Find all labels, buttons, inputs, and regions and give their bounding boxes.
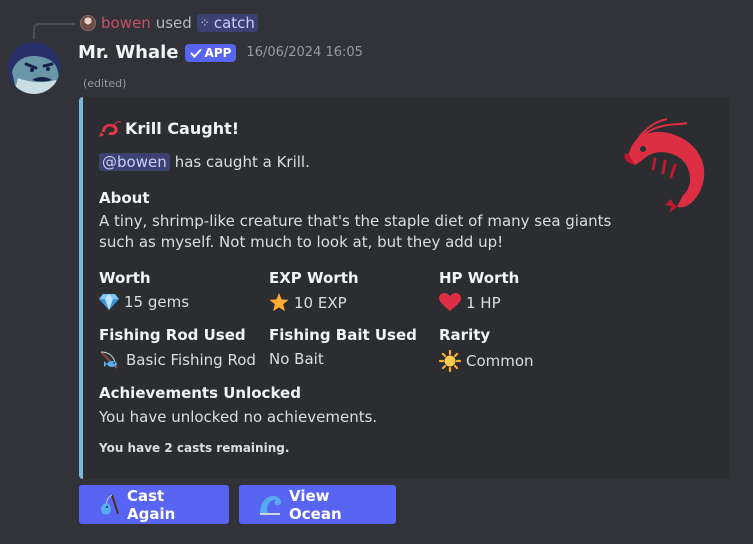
checkmark-icon — [189, 48, 202, 58]
field-rarity: Rarity Common — [439, 326, 534, 372]
field-worth-value: 15 gems — [124, 293, 190, 311]
author-name[interactable]: Mr. Whale — [78, 42, 179, 63]
cast-again-button[interactable]: Cast Again — [79, 485, 229, 524]
view-ocean-label: View Ocean — [289, 486, 342, 523]
avatar[interactable] — [8, 42, 60, 94]
embed-title-text: Krill Caught! — [125, 119, 240, 138]
field-hp-worth-row: 1 HP — [439, 293, 519, 312]
user-mini-avatar[interactable] — [80, 15, 96, 31]
field-hp-worth-value: 1 HP — [466, 293, 501, 312]
embed: Krill Caught! @bowen has caught a Krill.… — [79, 97, 729, 479]
field-fishing-bait-value: No Bait — [269, 350, 324, 368]
cast-again-label: Cast Again — [127, 486, 176, 523]
used-label: used — [155, 14, 192, 32]
command-chip[interactable]: ⁘ catch — [196, 14, 258, 32]
whale-avatar-icon — [8, 42, 60, 94]
user-mention[interactable]: @bowen — [99, 153, 170, 171]
gem-icon — [99, 293, 119, 311]
field-worth-name: Worth — [99, 269, 151, 287]
edited-label: (edited) — [83, 77, 127, 90]
app-badge: APP — [184, 43, 237, 62]
field-fishing-rod: Fishing Rod Used Basic Fishing Rod — [99, 326, 256, 370]
field-fishing-bait: Fishing Bait Used No Bait — [269, 326, 417, 368]
field-fishing-rod-value: Basic Fishing Rod — [126, 351, 256, 369]
reply-connector — [33, 23, 75, 39]
field-rarity-row: Common — [439, 350, 534, 372]
heart-icon — [439, 293, 461, 312]
fishing-rod-icon — [98, 494, 120, 516]
field-fishing-rod-row: Basic Fishing Rod — [99, 350, 256, 370]
field-exp-worth-value: 10 EXP — [294, 293, 347, 312]
description-text: has caught a Krill. — [174, 153, 310, 171]
field-about-name: About — [99, 189, 150, 207]
field-rarity-name: Rarity — [439, 326, 491, 344]
field-about: About A tiny, shrimp-like creature that'… — [99, 189, 619, 253]
embed-title: Krill Caught! — [99, 119, 239, 138]
interaction-header: bowen used ⁘ catch — [80, 13, 258, 33]
field-exp-worth: EXP Worth 10 EXP — [269, 269, 359, 312]
wave-icon — [258, 494, 282, 516]
field-worth-row: 15 gems — [99, 293, 189, 311]
command-name: catch — [213, 14, 255, 32]
field-rarity-value: Common — [466, 352, 534, 370]
shrimp-icon — [99, 120, 121, 138]
timestamp: 16/06/2024 16:05 — [246, 45, 363, 60]
embed-footer: You have 2 casts remaining. — [99, 441, 290, 455]
embed-description: @bowen has caught a Krill. — [99, 153, 310, 171]
command-icon: ⁘ — [199, 16, 210, 30]
field-fishing-bait-name: Fishing Bait Used — [269, 326, 417, 344]
field-achievements: Achievements Unlocked You have unlocked … — [99, 384, 377, 426]
sun-icon — [439, 350, 461, 372]
star-icon — [269, 293, 289, 312]
field-worth: Worth 15 gems — [99, 269, 189, 311]
view-ocean-button[interactable]: View Ocean — [239, 485, 396, 524]
field-achievements-value: You have unlocked no achievements. — [99, 408, 378, 426]
field-exp-worth-name: EXP Worth — [269, 269, 359, 287]
krill-thumbnail-icon — [624, 118, 705, 213]
field-hp-worth-name: HP Worth — [439, 269, 520, 287]
app-badge-label: APP — [204, 45, 232, 60]
field-exp-worth-row: 10 EXP — [269, 293, 359, 312]
fishing-rod-icon — [99, 350, 121, 370]
interaction-user[interactable]: bowen — [101, 14, 151, 32]
field-achievements-name: Achievements Unlocked — [99, 384, 301, 402]
field-about-value: A tiny, shrimp-like creature that's the … — [99, 212, 612, 251]
field-fishing-rod-name: Fishing Rod Used — [99, 326, 246, 344]
field-hp-worth: HP Worth 1 HP — [439, 269, 519, 312]
message-header: Mr. Whale APP 16/06/2024 16:05 — [78, 42, 363, 63]
